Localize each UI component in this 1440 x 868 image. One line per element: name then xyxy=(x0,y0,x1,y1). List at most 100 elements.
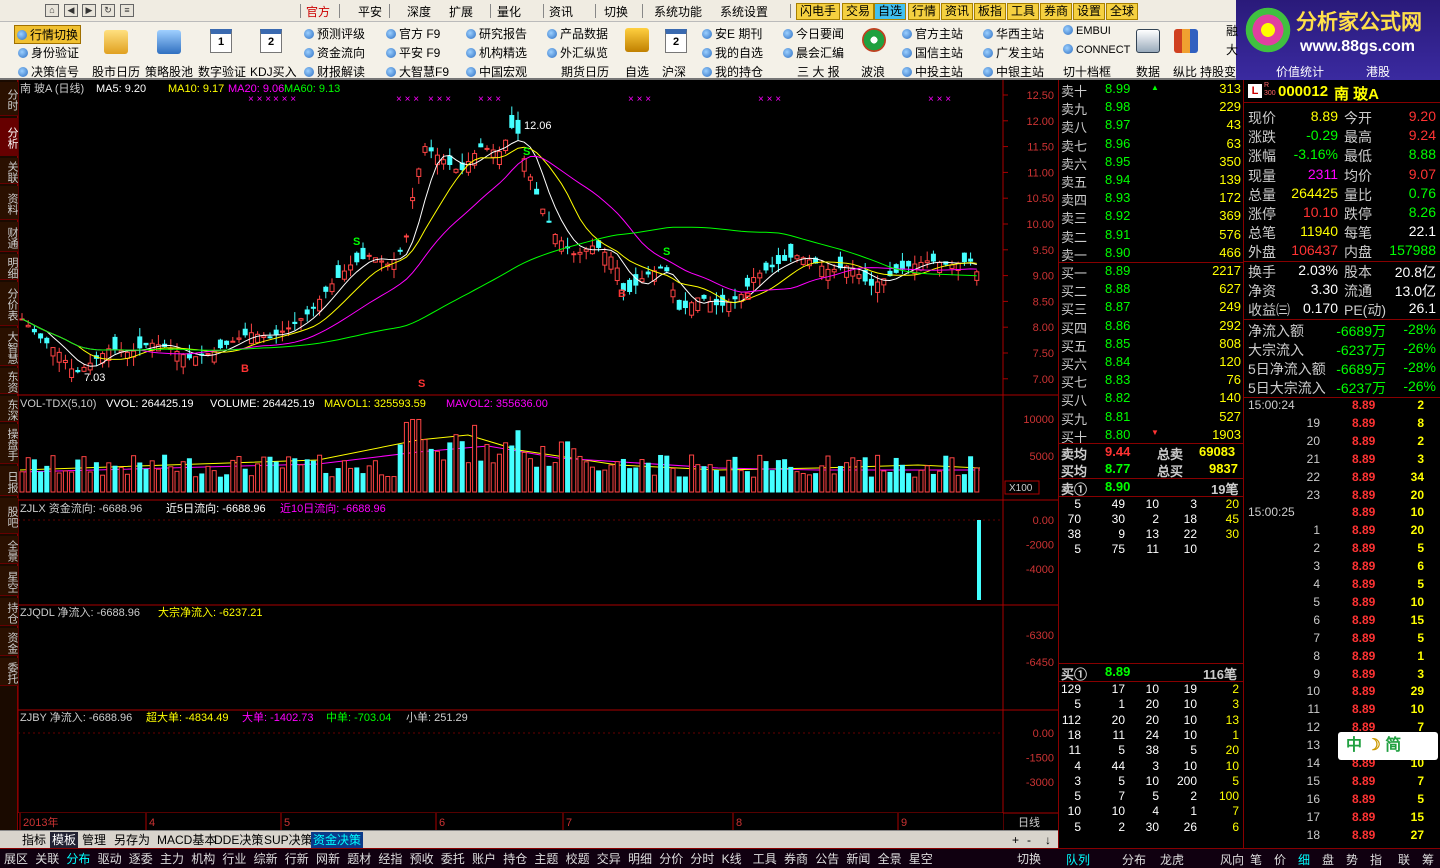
ask-row[interactable]: 卖三 8.92 369 xyxy=(1061,208,1245,226)
right-tab-9[interactable]: 指 xyxy=(1370,851,1382,868)
indicator-tab-0[interactable]: 指标 xyxy=(20,832,48,848)
tb-forecast-rating[interactable]: 预测评级 xyxy=(304,25,365,42)
tb-watchlist[interactable]: 自选 xyxy=(625,63,649,80)
function-tab-29[interactable]: 星空 xyxy=(909,851,933,867)
function-tab-2[interactable]: 分布 xyxy=(66,851,90,867)
tb-id-verify[interactable]: 身份验证 xyxy=(18,44,79,61)
tb-zhongyin-site[interactable]: 中银主站 xyxy=(983,63,1044,80)
tb-da[interactable]: 大 xyxy=(1226,41,1238,58)
sidetab-16[interactable]: 资金 xyxy=(0,628,18,656)
function-tab-28[interactable]: 全景 xyxy=(878,851,902,867)
right-tab-3[interactable]: 风向 xyxy=(1220,851,1244,868)
tb-ten-level[interactable]: 切十档框 xyxy=(1063,63,1111,80)
ask-row[interactable]: 卖五 8.94 139 xyxy=(1061,172,1245,190)
scroll-down-button[interactable]: ↓ xyxy=(1043,832,1053,848)
ask-row[interactable]: 卖九 8.98 229 xyxy=(1061,99,1245,117)
sidetab-15[interactable]: 持仓 xyxy=(0,598,18,626)
tb-china-macro[interactable]: 中国宏观 xyxy=(466,63,527,80)
function-tab-14[interactable]: 委托 xyxy=(441,851,465,867)
menu-depth[interactable]: 深度 xyxy=(407,3,431,20)
function-tab-25[interactable]: 券商 xyxy=(784,851,808,867)
function-tab-26[interactable]: 公告 xyxy=(815,851,839,867)
function-tab-16[interactable]: 持仓 xyxy=(503,851,527,867)
function-tab-18[interactable]: 校题 xyxy=(566,851,590,867)
bid-row[interactable]: 买一 8.89 2217 xyxy=(1061,263,1245,281)
bid-row[interactable]: 买三 8.87 249 xyxy=(1061,299,1245,317)
sidetab-4[interactable]: 财通 xyxy=(0,222,18,252)
calendar-icon[interactable]: 1 xyxy=(210,29,232,53)
bid-row[interactable]: 买五 8.85 808 xyxy=(1061,336,1245,354)
zoom-in-button[interactable]: + xyxy=(1010,832,1021,848)
quick-news[interactable]: 资讯 xyxy=(941,3,974,20)
quick-global[interactable]: 全球 xyxy=(1106,3,1139,20)
sidetab-17[interactable]: 委托 xyxy=(0,658,18,686)
sidetab-9[interactable]: 东深 xyxy=(0,396,18,422)
indicator-tab-5[interactable]: DDE决策 xyxy=(212,832,265,848)
tb-my-holdings[interactable]: 我的持仓 xyxy=(702,63,763,80)
tb-pingan-f9[interactable]: 平安 F9 xyxy=(386,44,440,61)
right-tab-7[interactable]: 盘 xyxy=(1322,851,1334,868)
refresh-icon[interactable]: ↻ xyxy=(101,4,115,17)
function-tab-22[interactable]: 分时 xyxy=(690,851,714,867)
menu-news[interactable]: 资讯 xyxy=(549,3,573,20)
sidetab-12[interactable]: 股吧 xyxy=(0,498,18,534)
function-tab-24[interactable]: 工具 xyxy=(753,851,777,867)
right-tab-5[interactable]: 价 xyxy=(1274,851,1286,868)
function-tab-7[interactable]: 行业 xyxy=(222,851,246,867)
tb-data[interactable]: 数据 xyxy=(1136,63,1160,80)
right-tab-2[interactable]: 龙虎 xyxy=(1160,851,1184,868)
sidetab-14[interactable]: 星空 xyxy=(0,566,18,596)
sidetab-2[interactable]: 关联 xyxy=(0,158,18,184)
tb-dzh-f9[interactable]: 大智慧F9 xyxy=(386,63,449,80)
forward-icon[interactable]: ▶ xyxy=(82,4,96,17)
function-tab-10[interactable]: 网新 xyxy=(316,851,340,867)
calendar-icon[interactable]: 2 xyxy=(665,29,687,53)
ask-row[interactable]: 卖二 8.91 576 xyxy=(1061,227,1245,245)
function-tab-15[interactable]: 账户 xyxy=(472,851,496,867)
function-tab-3[interactable]: 驱动 xyxy=(98,851,122,867)
function-tab-30[interactable]: 切换 xyxy=(1017,851,1041,867)
home-icon[interactable]: ⌂ xyxy=(45,4,59,17)
sidetab-11[interactable]: 日报 xyxy=(0,466,18,496)
ask-row[interactable]: 卖七 8.96 63 xyxy=(1061,136,1245,154)
tb-connect[interactable]: CONNECT xyxy=(1063,44,1130,56)
tb-rong[interactable]: 融 xyxy=(1226,22,1238,39)
quick-settings[interactable]: 设置 xyxy=(1073,3,1106,20)
bid-row[interactable]: 买八 8.82 140 xyxy=(1061,390,1245,408)
function-tab-19[interactable]: 交异 xyxy=(597,851,621,867)
period-label[interactable]: 日线 xyxy=(1018,815,1040,829)
tb-shsz[interactable]: 沪深 xyxy=(662,63,686,80)
compare-icon[interactable] xyxy=(1174,29,1198,53)
menu-switch[interactable]: 切换 xyxy=(604,3,628,20)
function-tab-0[interactable]: 展区 xyxy=(4,851,28,867)
sidetab-8[interactable]: 东资 xyxy=(0,368,18,394)
tb-product-data[interactable]: 产品数据 xyxy=(547,25,608,42)
tb-zhongtou-site[interactable]: 中投主站 xyxy=(902,63,963,80)
function-tab-27[interactable]: 新闻 xyxy=(846,851,870,867)
ask-row[interactable]: 卖八 8.97 43 xyxy=(1061,117,1245,135)
quick-index[interactable]: 板指 xyxy=(974,3,1007,20)
tb-guosen-site[interactable]: 国信主站 xyxy=(902,44,963,61)
sidetab-10[interactable]: 操盘手 xyxy=(0,424,18,464)
tb-decision-signal[interactable]: 决策信号 xyxy=(18,63,79,80)
function-tab-6[interactable]: 机构 xyxy=(191,851,215,867)
back-icon[interactable]: ◀ xyxy=(64,4,78,17)
sidetab-3[interactable]: 资料 xyxy=(0,186,18,220)
kline-chart-area[interactable]: S S S B B B S × × × × × × × × × × × × × × × × × × × ×… xyxy=(17,80,1058,830)
quick-tools[interactable]: 工具 xyxy=(1007,3,1040,20)
tb-strategy-pool[interactable]: 策略股池 xyxy=(145,63,193,80)
sidetab-13[interactable]: 全景 xyxy=(0,536,18,564)
function-tab-21[interactable]: 分价 xyxy=(659,851,683,867)
tb-forex[interactable]: 外汇纵览 xyxy=(547,44,608,61)
tb-fund-flow[interactable]: 资金流向 xyxy=(304,44,365,61)
data-icon[interactable] xyxy=(1136,29,1160,53)
quick-flash-trade[interactable]: 闪电手 xyxy=(796,3,841,20)
zoom-out-button[interactable]: - xyxy=(1025,832,1033,848)
yen-icon[interactable] xyxy=(625,28,649,52)
ask-row[interactable]: 卖四 8.93 172 xyxy=(1061,190,1245,208)
menu-extend[interactable]: 扩展 xyxy=(449,3,473,20)
function-tab-12[interactable]: 经指 xyxy=(378,851,402,867)
quick-broker[interactable]: 券商 xyxy=(1040,3,1073,20)
ask-row[interactable]: 卖六 8.95 350 xyxy=(1061,154,1245,172)
tb-official-f9[interactable]: 官方 F9 xyxy=(386,25,440,42)
